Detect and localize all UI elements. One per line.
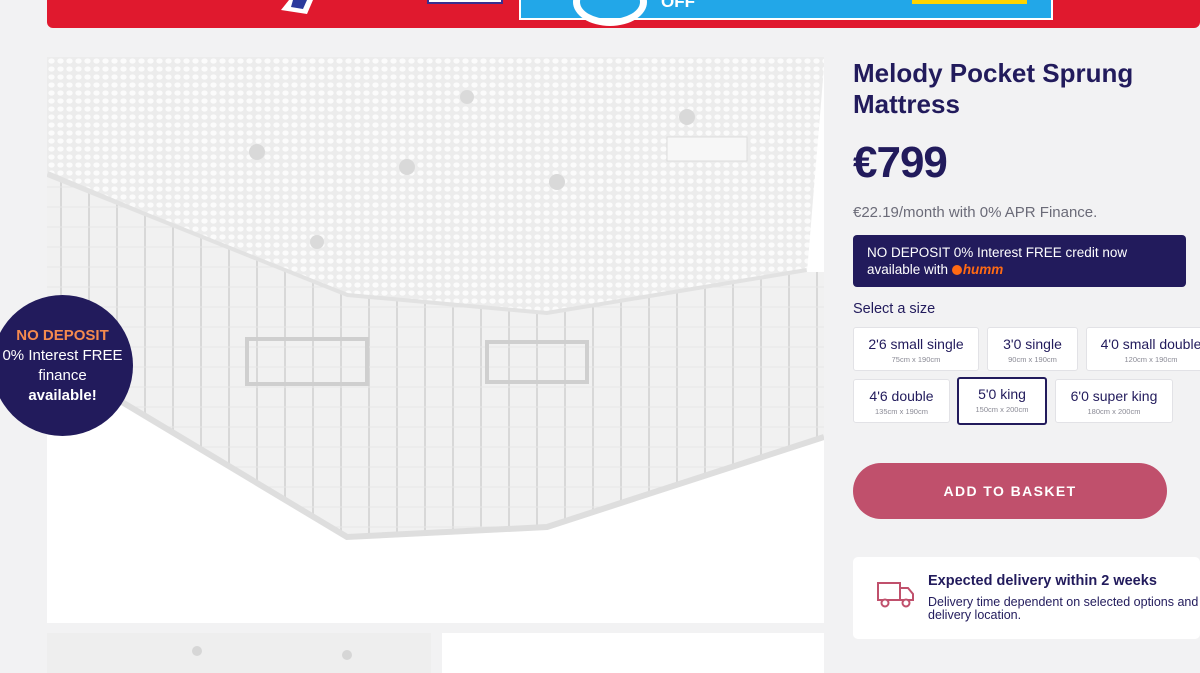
finance-badge-line2: 0% Interest FREE: [2, 346, 123, 364]
finance-badge-line3: finance: [38, 366, 87, 384]
delivery-title: Expected delivery within 2 weeks: [928, 573, 1157, 589]
size-selector-label: Select a size: [853, 301, 936, 317]
product-image-main[interactable]: [47, 57, 824, 623]
promo-percent-digit: [573, 0, 647, 26]
thumbnail-row: [47, 633, 824, 673]
truck-icon: [877, 582, 914, 608]
promo-cta-strip: [912, 0, 1027, 4]
mattress-image: [47, 57, 824, 623]
size-option-name: 4'0 small double: [1100, 336, 1200, 352]
size-option-dims: 150cm x 200cm: [975, 405, 1029, 414]
thumbnail-2[interactable]: [442, 633, 824, 673]
monthly-finance-text: €22.19/month with 0% APR Finance.: [853, 204, 1098, 221]
size-option-dims: 135cm x 190cm: [875, 407, 928, 416]
credit-banner-available: available with: [867, 262, 949, 277]
humm-dot-icon: [951, 265, 962, 275]
promo-off-text: OFF: [661, 0, 695, 11]
size-option-dims: 120cm x 190cm: [1124, 355, 1178, 364]
size-option-6-0-super-king[interactable]: 6'0 super king 180cm x 200cm: [1055, 379, 1173, 423]
size-option-2-6-small-single[interactable]: 2'6 small single 75cm x 190cm: [853, 327, 979, 371]
promo-offer-panel: OFF: [519, 0, 1053, 26]
size-option-dims: 180cm x 200cm: [1087, 407, 1141, 416]
size-option-dims: 75cm x 190cm: [891, 355, 941, 364]
promo-label-box: [427, 0, 503, 4]
delivery-description: Delivery time dependent on selected opti…: [928, 595, 1199, 622]
credit-banner-line1: NO DEPOSIT 0% Interest FREE credit now: [867, 245, 1128, 260]
size-option-5-0-king[interactable]: 5'0 king 150cm x 200cm: [957, 377, 1047, 425]
size-selector: 2'6 small single 75cm x 190cm 3'0 single…: [853, 327, 1200, 427]
size-option-name: 2'6 small single: [868, 336, 964, 352]
gift-box-icon: [281, 0, 313, 14]
delivery-info-card: Expected delivery within 2 weeks Deliver…: [853, 557, 1200, 639]
size-option-name: 3'0 single: [1003, 336, 1062, 352]
promo-banner[interactable]: OFF: [47, 0, 1200, 28]
thumbnail-1[interactable]: [47, 633, 431, 673]
size-option-name: 4'6 double: [869, 388, 934, 404]
size-option-dims: 90cm x 190cm: [1008, 355, 1057, 364]
humm-logo-text: humm: [962, 262, 1004, 277]
product-title: Melody Pocket Sprung Mattress: [853, 58, 1134, 119]
credit-banner-line2: available with humm: [867, 261, 1172, 278]
add-to-basket-button[interactable]: ADD TO BASKET: [853, 463, 1167, 519]
size-option-4-6-double[interactable]: 4'6 double 135cm x 190cm: [853, 379, 950, 423]
size-option-3-0-single[interactable]: 3'0 single 90cm x 190cm: [987, 327, 1078, 371]
size-option-name: 5'0 king: [978, 386, 1026, 402]
humm-logo: humm: [951, 262, 1004, 277]
thumbnail-image: [47, 633, 431, 673]
finance-badge-line1: NO DEPOSIT: [16, 326, 109, 344]
size-option-4-0-small-double[interactable]: 4'0 small double 120cm x 190cm: [1086, 327, 1200, 371]
credit-banner[interactable]: NO DEPOSIT 0% Interest FREE credit now a…: [853, 235, 1186, 287]
size-option-name: 6'0 super king: [1070, 388, 1158, 404]
finance-badge-line4: available!: [28, 386, 97, 404]
product-price: €799: [853, 138, 948, 187]
